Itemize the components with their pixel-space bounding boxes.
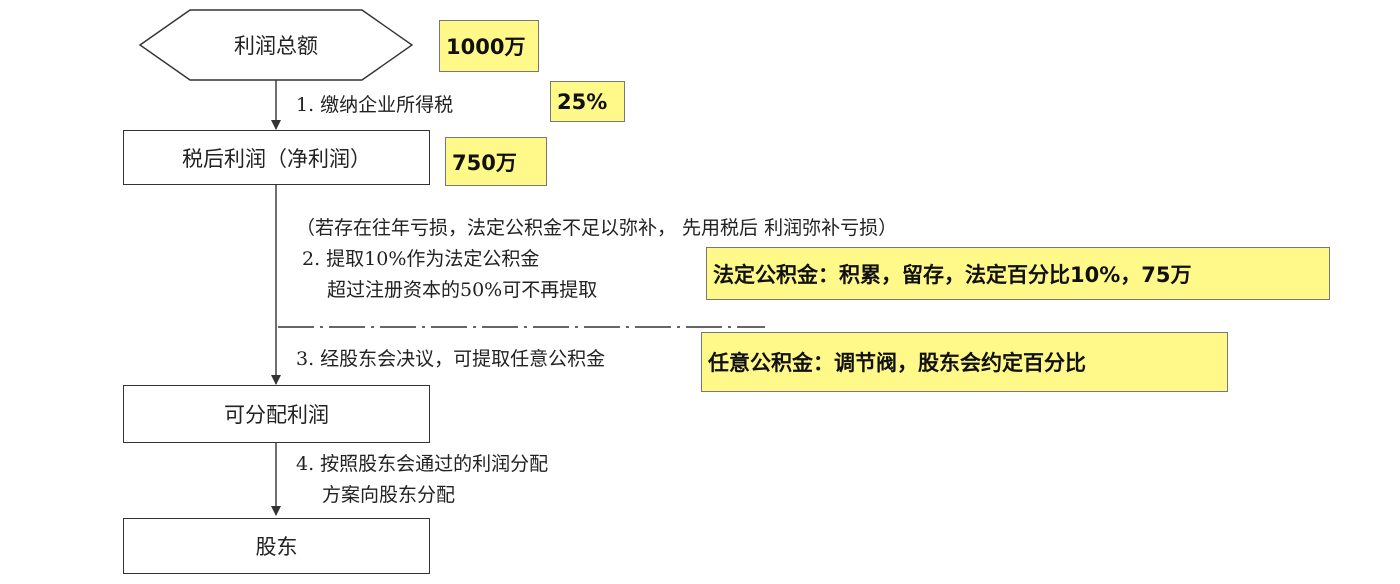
callout-after-tax-amount: 750万 — [445, 137, 547, 186]
callout-total-amount: 1000万 — [439, 20, 539, 72]
node-after-tax-profit: 税后利润（净利润） — [123, 130, 430, 185]
step4-label-line1: 4. 按照股东会通过的利润分配 — [296, 453, 549, 475]
step4-label-line2: 方案向股东分配 — [322, 484, 456, 506]
step2-label-line2: 超过注册资本的50%可不再提取 — [327, 279, 598, 301]
node-total-profit: 利润总额 — [234, 34, 318, 58]
step1-label: 1. 缴纳企业所得税 — [296, 94, 454, 116]
callout-discretionary-reserve: 任意公积金：调节阀，股东会约定百分比 — [701, 332, 1228, 392]
step3-label: 3. 经股东会决议，可提取任意公积金 — [296, 348, 606, 370]
loss-offset-note: （若存在往年亏损，法定公积金不足以弥补， 先用税后 利润弥补亏损） — [296, 217, 898, 239]
callout-statutory-reserve: 法定公积金：积累，留存，法定百分比10%，75万 — [706, 247, 1330, 300]
step2-label-line1: 2. 提取10%作为法定公积金 — [302, 248, 540, 270]
node-shareholders: 股东 — [123, 518, 430, 574]
callout-tax-rate: 25% — [550, 81, 625, 122]
node-distributable-profit: 可分配利润 — [123, 385, 430, 443]
